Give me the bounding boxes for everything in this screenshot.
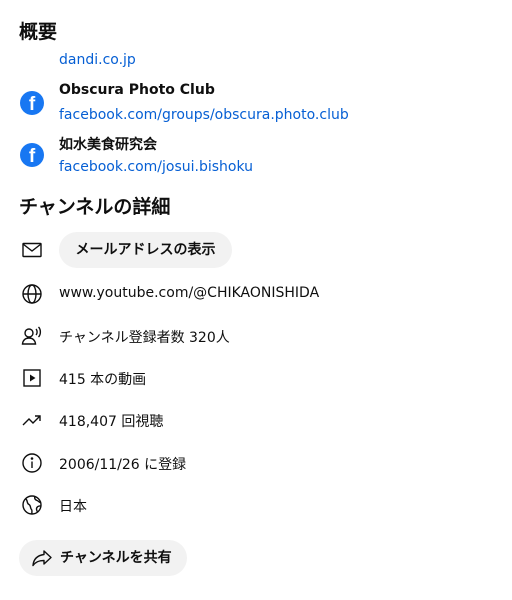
earth-icon	[20, 493, 44, 517]
mail-icon	[20, 238, 44, 262]
trending-icon	[20, 408, 44, 432]
globe-icon	[20, 282, 44, 306]
link-item-josui[interactable]: f 如水美食研究会 facebook.com/josui.bishoku	[0, 133, 512, 183]
link-item-obscura[interactable]: f Obscura Photo Club facebook.com/groups…	[0, 80, 512, 130]
link-title: Obscura Photo Club	[59, 82, 215, 98]
country: 日本	[59, 499, 87, 515]
channel-url-row: www.youtube.com/@CHIKAONISHIDA	[0, 276, 512, 312]
email-row: メールアドレスの表示	[0, 232, 512, 268]
videos-row: 415 本の動画	[0, 360, 512, 396]
info-icon	[20, 451, 44, 475]
cut-off-link[interactable]: dandi.co.jp	[59, 48, 136, 70]
link-title: 如水美食研究会	[59, 137, 157, 153]
share-channel-button[interactable]: チャンネルを共有	[19, 540, 187, 576]
views-row: 418,407 回視聴	[0, 402, 512, 438]
video-count: 415 本の動画	[59, 372, 147, 388]
view-count: 418,407 回視聴	[59, 414, 164, 430]
channel-details-heading: チャンネルの詳細	[19, 196, 171, 218]
joined-row: 2006/11/26 に登録	[0, 445, 512, 481]
facebook-icon: f	[20, 91, 44, 115]
video-icon	[20, 366, 44, 390]
share-icon	[30, 546, 54, 570]
country-row: 日本	[0, 487, 512, 523]
facebook-icon: f	[20, 143, 44, 167]
link-url[interactable]: facebook.com/josui.bishoku	[59, 159, 253, 175]
person-radio-icon	[20, 324, 44, 348]
share-channel-label: チャンネルを共有	[60, 550, 172, 566]
channel-url[interactable]: www.youtube.com/@CHIKAONISHIDA	[59, 285, 319, 301]
link-url[interactable]: facebook.com/groups/obscura.photo.club	[59, 107, 349, 123]
show-email-button[interactable]: メールアドレスの表示	[59, 232, 232, 268]
subscriber-count: チャンネル登録者数 320人	[59, 330, 230, 346]
joined-date: 2006/11/26 に登録	[59, 457, 187, 473]
about-heading: 概要	[19, 21, 58, 43]
subscribers-row: チャンネル登録者数 320人	[0, 318, 512, 354]
